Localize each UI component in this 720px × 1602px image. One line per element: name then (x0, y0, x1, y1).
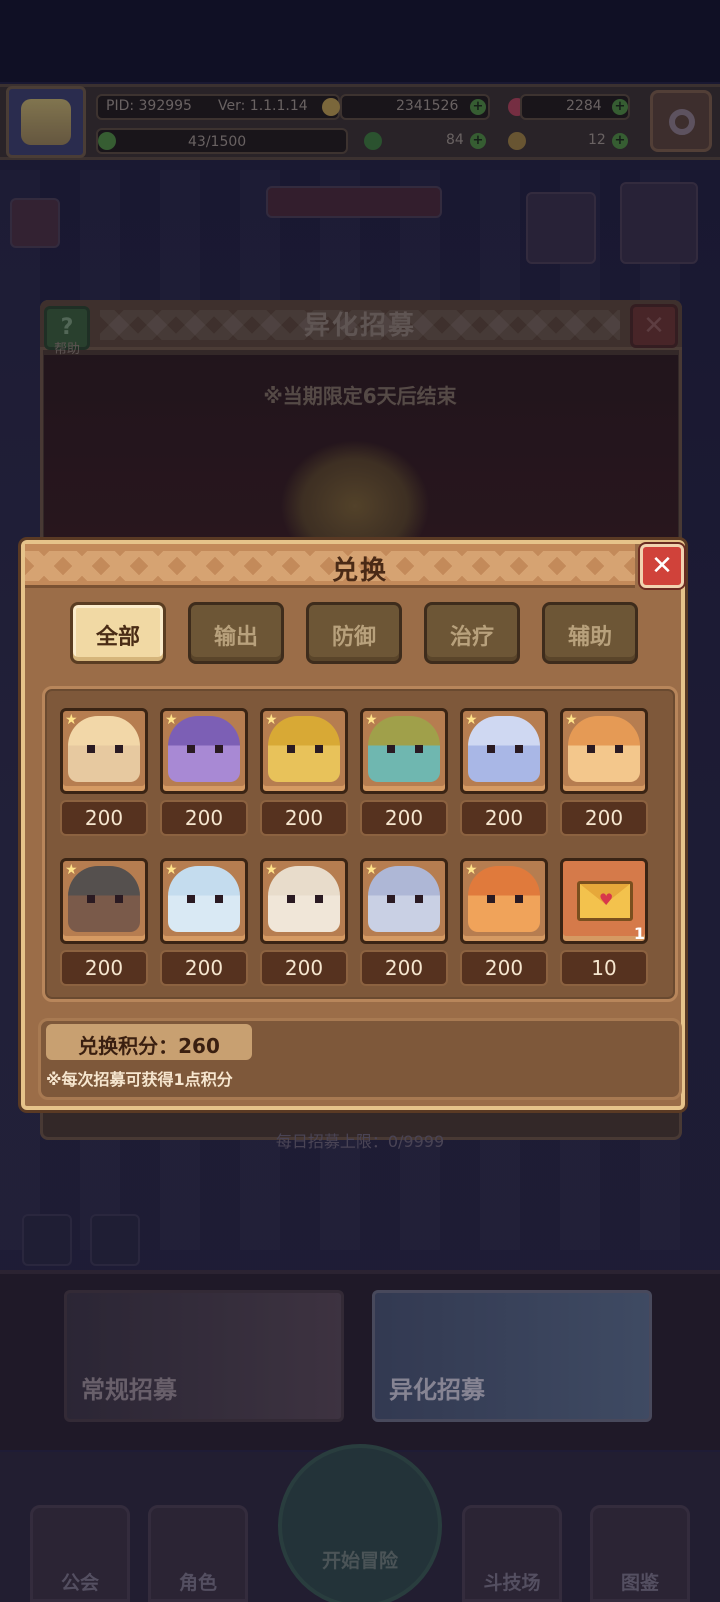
points-note: ※每次招募可获得1点积分 (46, 1070, 233, 1089)
exchange-item[interactable]: ★ 200 (60, 858, 148, 988)
character-portrait: ★ (360, 708, 448, 794)
portrait-eyes (387, 895, 423, 903)
tab-support[interactable]: 辅助 (542, 602, 638, 664)
portrait-eyes (87, 745, 123, 753)
character-portrait: ★ (360, 858, 448, 944)
character-portrait: ★ (260, 858, 348, 944)
star-icon: ★ (465, 862, 478, 878)
envelope-icon: ♥ (577, 881, 633, 921)
character-portrait: ★ (560, 708, 648, 794)
star-icon: ★ (265, 712, 278, 728)
tab-damage-label: 输出 (213, 625, 258, 650)
character-portrait: ★ (160, 708, 248, 794)
portrait-eyes (187, 745, 223, 753)
exchange-item[interactable]: ★ 200 (460, 858, 548, 988)
exchange-points: 兑换积分：260 (78, 1034, 220, 1058)
character-portrait: ★ (60, 858, 148, 944)
portrait-eyes (487, 895, 523, 903)
points-pill: 兑换积分：260 (46, 1024, 252, 1060)
tab-heal[interactable]: 治疗 (424, 602, 520, 664)
item-price: 200 (160, 950, 248, 986)
star-icon: ★ (165, 862, 178, 878)
star-icon: ★ (165, 712, 178, 728)
item-price: 200 (560, 800, 648, 836)
portrait-eyes (387, 745, 423, 753)
exchange-close-button[interactable]: ✕ (640, 544, 684, 588)
character-portrait: ★ (460, 708, 548, 794)
star-icon: ★ (365, 862, 378, 878)
star-icon: ★ (65, 712, 78, 728)
portrait-eyes (287, 895, 323, 903)
item-price: 200 (360, 950, 448, 986)
tab-damage[interactable]: 输出 (188, 602, 284, 664)
item-price: 200 (60, 800, 148, 836)
exchange-item[interactable]: ★ 200 (60, 708, 148, 838)
character-portrait: ★ (160, 858, 248, 944)
item-price: 200 (60, 950, 148, 986)
item-price: 200 (260, 950, 348, 986)
exchange-item-letter[interactable]: ♥ 1 10 (560, 858, 648, 988)
tab-all-label: 全部 (95, 625, 140, 650)
exchange-item[interactable]: ★ 200 (360, 708, 448, 838)
exchange-title: 兑换 (331, 556, 388, 586)
tab-defense[interactable]: 防御 (306, 602, 402, 664)
star-icon: ★ (365, 712, 378, 728)
item-price: 200 (460, 800, 548, 836)
portrait-eyes (87, 895, 123, 903)
item-price: 200 (160, 800, 248, 836)
portrait-eyes (587, 745, 623, 753)
character-portrait: ★ (60, 708, 148, 794)
tab-defense-label: 防御 (331, 625, 376, 650)
portrait-eyes (287, 745, 323, 753)
portrait-eyes (187, 895, 223, 903)
letter-portrait: ♥ 1 (560, 858, 648, 944)
item-price: 200 (360, 800, 448, 836)
close-icon: ✕ (651, 551, 673, 581)
item-price: 200 (260, 800, 348, 836)
character-portrait: ★ (260, 708, 348, 794)
exchange-item[interactable]: ★ 200 (160, 858, 248, 988)
exchange-item[interactable]: ★ 200 (460, 708, 548, 838)
item-price: 200 (460, 950, 548, 986)
exchange-item[interactable]: ★ 200 (260, 858, 348, 988)
heart-icon: ♥ (599, 890, 614, 909)
tab-all[interactable]: 全部 (70, 602, 166, 664)
tab-heal-label: 治疗 (449, 625, 494, 650)
item-price: 10 (560, 950, 648, 986)
character-portrait: ★ (460, 858, 548, 944)
exchange-item[interactable]: ★ 200 (360, 858, 448, 988)
exchange-item[interactable]: ★ 200 (560, 708, 648, 838)
star-icon: ★ (565, 712, 578, 728)
star-icon: ★ (65, 862, 78, 878)
star-icon: ★ (465, 712, 478, 728)
item-quantity: 1 (633, 924, 645, 943)
exchange-item[interactable]: ★ 200 (260, 708, 348, 838)
star-icon: ★ (265, 862, 278, 878)
tab-support-label: 辅助 (567, 625, 612, 650)
exchange-item[interactable]: ★ 200 (160, 708, 248, 838)
portrait-eyes (487, 745, 523, 753)
